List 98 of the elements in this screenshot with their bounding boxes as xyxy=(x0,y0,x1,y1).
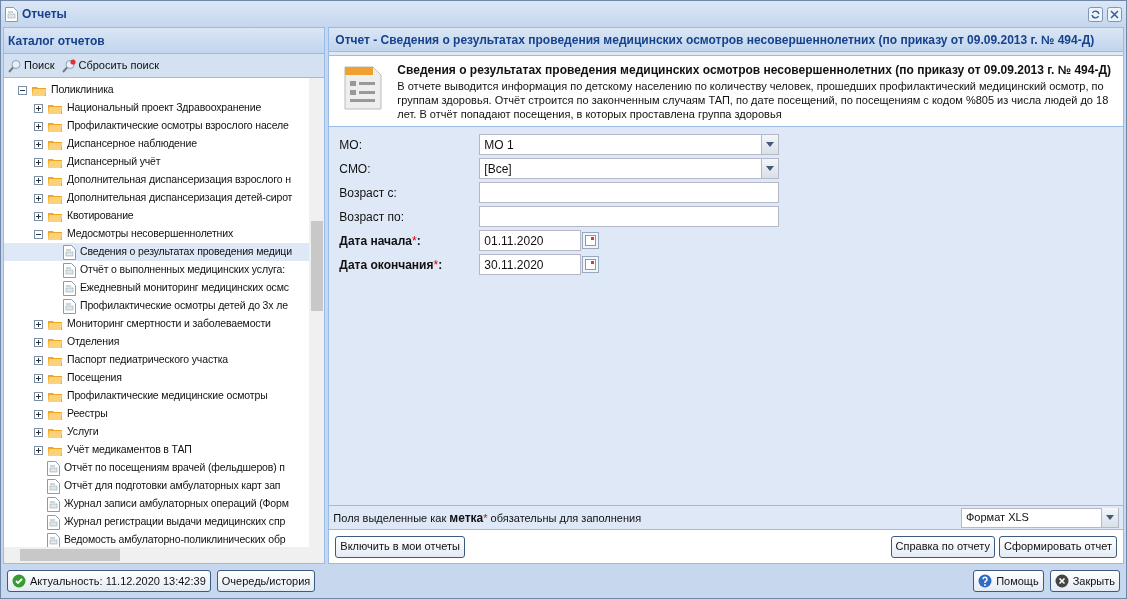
tree-item[interactable]: Услуги xyxy=(4,423,310,441)
field-label: Возраст по: xyxy=(339,208,406,226)
tree-item[interactable]: Посещения xyxy=(4,369,310,387)
expand-icon[interactable] xyxy=(34,319,43,329)
tree-item[interactable]: Профилактические осмотры взрослого населе xyxy=(4,117,310,135)
expand-icon[interactable] xyxy=(34,355,43,365)
document-icon xyxy=(47,478,60,494)
scrollbar[interactable] xyxy=(309,78,325,547)
tree-item[interactable]: Реестры xyxy=(4,405,310,423)
collapse-icon[interactable] xyxy=(34,229,43,239)
search-button[interactable]: Поиск xyxy=(8,57,55,74)
field-label: МО: xyxy=(339,136,363,154)
tree-item[interactable]: Национальный проект Здравоохранение xyxy=(4,99,310,117)
expand-icon[interactable] xyxy=(34,211,43,221)
dropdown-button[interactable] xyxy=(761,159,779,178)
tree-item[interactable]: Отделения xyxy=(4,333,310,351)
expand-icon[interactable] xyxy=(34,337,43,347)
close-icon[interactable] xyxy=(1107,6,1122,22)
reset-search-icon xyxy=(62,58,77,73)
tree-item[interactable]: Сведения о результатах проведения медици xyxy=(4,243,310,261)
document-icon xyxy=(47,514,60,530)
expand-icon[interactable] xyxy=(34,193,43,203)
close-icon xyxy=(1054,574,1069,588)
reset-search-button[interactable]: Сбросить поиск xyxy=(62,57,159,74)
help-report-button[interactable]: Справка по отчету xyxy=(890,535,995,558)
expand-icon[interactable] xyxy=(34,445,43,455)
expand-icon[interactable] xyxy=(34,139,43,149)
help-icon xyxy=(978,574,993,588)
panel-header: Каталог отчетов xyxy=(4,28,325,54)
expand-icon[interactable] xyxy=(34,373,43,383)
tree-item[interactable]: Журнал регистрации выдачи медицинских спр xyxy=(4,513,310,531)
document-icon xyxy=(63,244,76,260)
dropdown-button[interactable] xyxy=(1101,508,1118,527)
tree-item[interactable]: Дополнительная диспансеризация детей-сирот xyxy=(4,189,310,207)
document-icon xyxy=(47,532,60,548)
tree-item[interactable]: Ежедневный мониторинг медицинских осмс xyxy=(4,279,310,297)
refresh-icon[interactable] xyxy=(1088,6,1103,22)
tree-item[interactable]: Отчёт по посещениям врачей (фельдшеров) п xyxy=(4,459,310,477)
document-icon xyxy=(47,460,60,476)
queue-button[interactable]: Очередь/история xyxy=(216,570,316,592)
tree-item[interactable]: Диспансерное наблюдение xyxy=(4,135,310,153)
required-note: Поля выделенные как метка* обязательны для заполнения xyxy=(333,509,643,527)
caret-icon xyxy=(766,166,775,171)
tree-item[interactable]: Квотирование xyxy=(4,207,310,225)
expand-icon[interactable] xyxy=(34,391,43,401)
tree-item[interactable]: Диспансерный учёт xyxy=(4,153,310,171)
panel-header: Отчет - Сведения о результатах проведения медицинских осмотров несовершеннолетних (по приказу от 09.09.2013 г. № 494-Д) xyxy=(329,28,1123,52)
select-field[interactable]: МО 1 xyxy=(479,134,780,155)
tree-item[interactable]: Медосмотры несовершеннолетних xyxy=(4,225,310,243)
report-description: В отчете выводится информация по детскому населению по количеству человек, прошедших профилактический медицинский осмотр, по группам здоровья. Отчёт строится по законченным случаям ТАП, по дате посещений, по посещениям с кодом %805 из числа людей до 18 лет. В отчёт попадают посещения, в которых проставлена группа здоровья xyxy=(397,79,1110,121)
document-icon xyxy=(63,262,76,278)
tree-item[interactable]: Поликлиника xyxy=(4,81,310,99)
tree-item[interactable]: Профилактические медицинские осмотры xyxy=(4,387,310,405)
expand-icon[interactable] xyxy=(34,409,43,419)
expand-icon[interactable] xyxy=(34,175,43,185)
tree-item[interactable]: Ведомость амбулаторно-поликлинических обр xyxy=(4,531,310,549)
help-button[interactable]: Помощь xyxy=(973,570,1044,592)
calendar-icon[interactable] xyxy=(582,256,600,273)
dropdown-button[interactable] xyxy=(761,135,779,154)
document-icon xyxy=(63,298,76,314)
select-field[interactable]: [Все] xyxy=(479,158,780,179)
window-title: Отчеты xyxy=(22,6,68,23)
tree-item[interactable]: Паспорт педиатрического участка xyxy=(4,351,310,369)
tree-item[interactable]: Профилактические осмотры детей до 3х ле xyxy=(4,297,310,315)
expand-icon[interactable] xyxy=(34,121,43,131)
include-button[interactable]: Включить в мои отчеты xyxy=(335,535,465,558)
field-label: Возраст с: xyxy=(339,184,398,202)
document-icon xyxy=(63,280,76,296)
tree-item[interactable]: Мониторинг смертности и заболеваемости xyxy=(4,315,310,333)
caret-icon xyxy=(766,142,775,147)
field-label: Дата начала*: xyxy=(339,232,422,250)
input-field[interactable] xyxy=(479,206,780,227)
tree-item[interactable]: Учёт медикаментов в ТАП xyxy=(4,441,310,459)
search-icon xyxy=(8,58,22,73)
expand-icon[interactable] xyxy=(34,103,43,113)
report-title: Сведения о результатах проведения медицинских осмотров несовершеннолетних (по приказу от 09.09.2013 г. № 494-Д) xyxy=(397,62,1111,79)
horizontal-scrollbar[interactable] xyxy=(4,547,325,563)
check-icon xyxy=(12,574,26,588)
tree-item[interactable]: Дополнительная диспансеризация взрослого н xyxy=(4,171,310,189)
tree-item[interactable]: Отчёт о выполненных медицинских услуга: xyxy=(4,261,310,279)
calendar-icon[interactable] xyxy=(582,232,600,249)
expand-icon[interactable] xyxy=(34,427,43,437)
field-label: Дата окончания*: xyxy=(339,256,444,274)
actuality-button[interactable]: Актуальность: 11.12.2020 13:42:39 xyxy=(7,570,211,592)
date-field[interactable]: 01.11.2020 xyxy=(479,230,582,251)
tree-item[interactable]: Отчёт для подготовки амбулаторных карт зап xyxy=(4,477,310,495)
format-select[interactable]: Формат XLS xyxy=(961,507,1119,528)
document-icon xyxy=(47,496,60,512)
field-label: СМО: xyxy=(339,160,372,178)
expand-icon[interactable] xyxy=(34,157,43,167)
input-field[interactable] xyxy=(479,182,780,203)
close-button[interactable]: Закрыть xyxy=(1049,570,1120,592)
date-field[interactable]: 30.11.2020 xyxy=(479,254,582,275)
collapse-icon[interactable] xyxy=(18,85,27,95)
caret-icon xyxy=(1106,515,1114,520)
tree-item[interactable]: Журнал записи амбулаторных операций (Форм xyxy=(4,495,310,513)
window-icon xyxy=(5,6,18,22)
generate-report-button[interactable]: Сформировать отчет xyxy=(998,535,1117,558)
